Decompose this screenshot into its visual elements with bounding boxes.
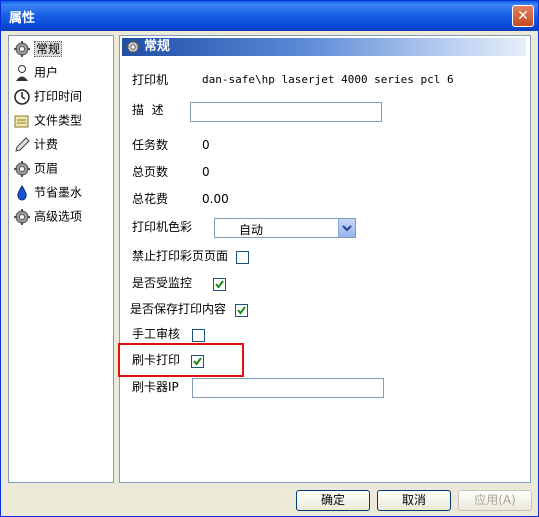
sidebar: 常规 用户 打印时间 文件类型 计费 页眉 节省墨水 高级选项 [8, 35, 114, 483]
gear-icon [14, 160, 30, 177]
cancel-button[interactable]: 取消 [377, 490, 451, 511]
manual-review-label: 手工审核 [132, 327, 181, 341]
monitored-label: 是否受监控 [132, 276, 193, 290]
sidebar-item-label: 节省墨水 [34, 185, 83, 200]
sidebar-item-label: 高级选项 [34, 209, 83, 224]
tasks-label: 任务数 [132, 138, 169, 152]
printer-row: 打印机 dan-safe\hp laserjet 4000 series pcl… [132, 70, 454, 90]
sidebar-item-header[interactable]: 页眉 [13, 158, 58, 178]
color-label: 打印机色彩 [132, 220, 193, 234]
check-icon [215, 280, 224, 289]
sidebar-item-label: 文件类型 [34, 113, 83, 128]
sidebar-item-label: 计费 [34, 137, 59, 152]
ink-drop-icon [17, 184, 27, 200]
panel-header: 常规 [122, 38, 526, 56]
manual-review-checkbox[interactable] [192, 329, 205, 342]
sidebar-item-save-ink[interactable]: 节省墨水 [13, 182, 82, 202]
check-icon [237, 306, 246, 315]
sidebar-item-print-time[interactable]: 打印时间 [13, 86, 82, 106]
ok-button[interactable]: 确定 [296, 490, 370, 511]
sidebar-item-label: 页眉 [34, 161, 59, 176]
card-reader-ip-label: 刷卡器IP [132, 380, 179, 394]
printer-color-select[interactable]: 自动 [214, 218, 356, 238]
panel-title: 常规 [144, 39, 171, 54]
manual-review-row: 手工审核 [132, 324, 180, 344]
ban-color-label: 禁止打印彩页页面 [132, 249, 229, 263]
gear-icon [125, 39, 141, 55]
sidebar-item-label: 用户 [34, 65, 59, 80]
gear-icon [14, 208, 30, 225]
color-row: 打印机色彩 [132, 217, 192, 237]
sidebar-item-general[interactable]: 常规 [13, 38, 63, 58]
properties-dialog: 属性 ✕ 常规 用户 打印时间 文件类型 计费 页眉 节省墨水 高级选项 常规 … [0, 0, 539, 517]
pages-label: 总页数 [132, 165, 169, 179]
tasks-value: 0 [202, 138, 210, 152]
sidebar-item-label: 打印时间 [34, 89, 83, 104]
ban-color-checkbox[interactable] [236, 251, 249, 264]
apply-button[interactable]: 应用(A) [458, 490, 532, 511]
general-panel: 常规 打印机 dan-safe\hp laserjet 4000 series … [119, 35, 531, 483]
tasks-row: 任务数 0 [132, 135, 210, 155]
card-reader-ip-input[interactable] [192, 378, 384, 398]
window-title: 属性 [9, 11, 36, 26]
pages-row: 总页数 0 [132, 162, 210, 182]
cost-value: 0.00 [202, 192, 229, 206]
chevron-down-icon[interactable] [338, 219, 355, 237]
ban-color-row: 禁止打印彩页页面 [132, 246, 228, 266]
file-icon [14, 115, 29, 127]
description-label: 描 述 [132, 103, 164, 117]
save-content-row: 是否保存打印内容 [130, 299, 226, 319]
sidebar-item-label: 常规 [34, 40, 63, 57]
pen-icon [15, 136, 30, 152]
close-button[interactable]: ✕ [512, 5, 534, 27]
cost-label: 总花费 [132, 192, 169, 206]
monitored-row: 是否受监控 [132, 273, 192, 293]
save-content-label: 是否保存打印内容 [130, 302, 227, 316]
sidebar-item-advanced[interactable]: 高级选项 [13, 206, 82, 226]
monitored-checkbox[interactable] [213, 278, 226, 291]
sidebar-item-user[interactable]: 用户 [13, 62, 58, 82]
printer-label: 打印机 [132, 73, 169, 87]
title-bar[interactable]: 属性 ✕ [1, 1, 538, 31]
printer-value: dan-safe\hp laserjet 4000 series pcl 6 [202, 73, 454, 86]
gear-icon [14, 40, 30, 57]
clock-icon [14, 88, 30, 105]
description-row: 描 述 [132, 100, 164, 120]
user-icon [16, 64, 28, 81]
sidebar-item-billing[interactable]: 计费 [13, 134, 58, 154]
card-reader-ip-row: 刷卡器IP [132, 377, 179, 397]
cost-row: 总花费 0.00 [132, 189, 229, 209]
card-print-highlight [118, 343, 244, 377]
save-content-checkbox[interactable] [235, 304, 248, 317]
printer-color-value: 自动 [239, 223, 264, 237]
pages-value: 0 [202, 165, 210, 179]
description-input[interactable] [190, 102, 382, 122]
sidebar-item-file-type[interactable]: 文件类型 [13, 110, 82, 130]
